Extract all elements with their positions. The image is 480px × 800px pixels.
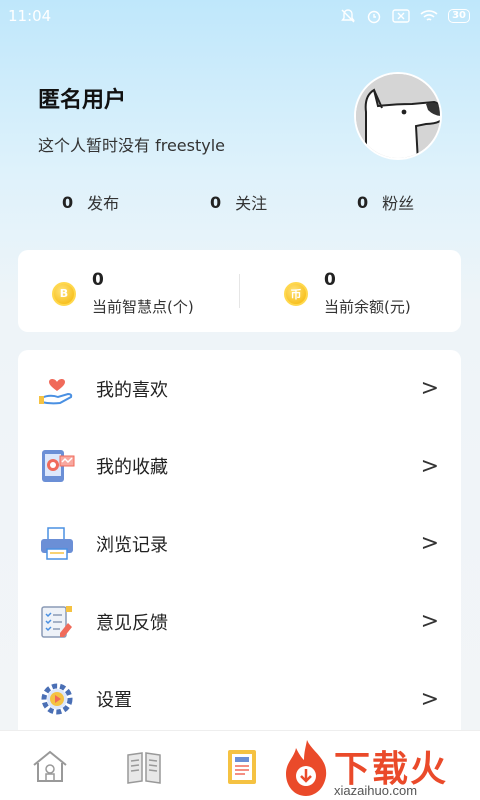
stat-posts-count: 0 <box>62 192 74 212</box>
stat-following[interactable]: 0 关注 <box>210 190 267 214</box>
menu-label-feedback: 意见反馈 <box>96 612 168 634</box>
stat-fans[interactable]: 0 粉丝 <box>357 190 414 214</box>
username: 匿名用户 <box>38 88 127 113</box>
stat-fans-label: 粉丝 <box>382 194 415 213</box>
points-coin-icon: B <box>52 281 76 306</box>
stat-posts[interactable]: 0 发布 <box>62 190 119 214</box>
points-label: 当前智慧点(个) <box>92 298 194 316</box>
stat-following-count: 0 <box>210 192 222 212</box>
wallet-points[interactable]: B 0 当前智慧点(个) <box>52 270 194 317</box>
book-icon[interactable] <box>124 747 164 787</box>
chevron-right-icon: > <box>420 609 439 635</box>
menu-label-settings: 设置 <box>96 690 132 712</box>
dog-avatar-icon <box>356 74 440 158</box>
menu-item-history[interactable]: 浏览记录 > <box>18 505 461 583</box>
stat-fans-count: 0 <box>357 192 369 212</box>
chevron-right-icon: > <box>420 531 439 557</box>
wifi-icon <box>420 10 438 21</box>
user-bio: 这个人暂时没有 freestyle <box>38 136 226 155</box>
status-time: 11:04 <box>8 7 52 25</box>
balance-value: 0 <box>324 270 336 290</box>
tablet-target-icon <box>42 449 75 482</box>
watermark-url: xiazaihuo.com <box>334 783 418 798</box>
status-icons: 30 <box>340 8 470 24</box>
checklist-icon <box>41 605 72 638</box>
gear-play-icon <box>41 683 73 715</box>
wallet-card: B 0 当前智慧点(个) 币 0 当前余额(元) <box>18 250 461 332</box>
wallet-divider <box>239 274 240 308</box>
chevron-right-icon: > <box>420 686 439 712</box>
stat-posts-label: 发布 <box>87 194 120 213</box>
flame-logo-icon <box>286 740 327 796</box>
menu-item-likes[interactable]: 我的喜欢 > <box>18 350 461 428</box>
status-bar: 11:04 30 <box>0 0 480 32</box>
home-icon[interactable] <box>30 747 70 787</box>
battery-indicator: 30 <box>448 9 470 23</box>
mute-icon <box>341 9 355 23</box>
balance-label: 当前余额(元) <box>324 298 411 316</box>
wallet-balance[interactable]: 币 0 当前余额(元) <box>284 270 411 317</box>
menu-item-favorites[interactable]: 我的收藏 > <box>18 428 461 506</box>
heart-hand-icon <box>39 379 73 405</box>
menu-label-likes: 我的喜欢 <box>96 379 168 401</box>
avatar[interactable] <box>354 72 442 160</box>
profile-info: 匿名用户 这个人暂时没有 freestyle <box>38 82 225 156</box>
menu-label-history: 浏览记录 <box>96 534 168 556</box>
points-value: 0 <box>92 270 104 290</box>
stats-row: 0 发布 0 关注 0 粉丝 <box>0 190 480 218</box>
printer-icon <box>41 527 73 560</box>
alarm-icon <box>367 10 381 24</box>
menu-list: 我的喜欢 > 我的收藏 > 浏览记录 > 意见反馈 > 设置 > <box>18 350 461 750</box>
chevron-right-icon: > <box>420 376 439 402</box>
balance-coin-icon: 币 <box>284 281 308 306</box>
menu-item-settings[interactable]: 设置 > <box>18 660 461 738</box>
notebook-icon[interactable] <box>222 747 262 787</box>
watermark-logo: 下载火 xiazaihuo.com <box>282 738 480 800</box>
menu-label-favorites: 我的收藏 <box>96 457 168 479</box>
menu-item-feedback[interactable]: 意见反馈 > <box>18 583 461 661</box>
chevron-right-icon: > <box>420 453 439 479</box>
stat-following-label: 关注 <box>235 194 268 213</box>
sim-icon <box>392 9 410 23</box>
